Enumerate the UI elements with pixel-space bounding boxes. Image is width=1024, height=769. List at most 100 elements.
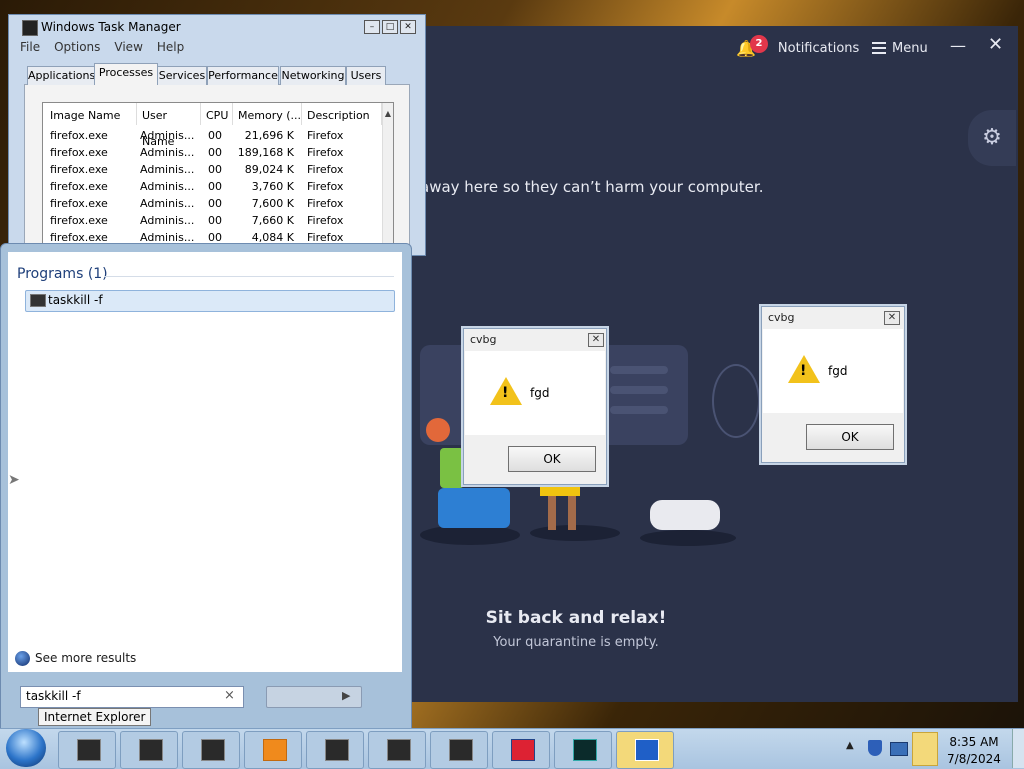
tab-users[interactable]: Users xyxy=(346,66,386,85)
cell-image: firefox.exe xyxy=(50,197,108,210)
table-row[interactable]: firefox.exe Adminis... 00 7,600 K Firefox xyxy=(43,197,383,214)
process-list-scrollbar[interactable]: ▲ xyxy=(382,103,393,247)
gear-icon[interactable]: ⚙ xyxy=(968,110,1016,166)
see-more-results-icon xyxy=(15,651,30,666)
network-icon[interactable] xyxy=(890,742,908,756)
taskbar-button-media-player[interactable] xyxy=(244,731,302,769)
cell-desc: Firefox xyxy=(307,129,344,142)
mouse-cursor-icon: ➤ xyxy=(8,472,20,488)
illustration-bar xyxy=(610,366,668,374)
column-header-user-name[interactable]: User Name xyxy=(137,103,201,148)
table-row[interactable]: firefox.exe Adminis... 00 3,760 K Firefox xyxy=(43,180,383,197)
message-dialog: cvbg ✕ ! fgd OK xyxy=(761,306,905,463)
cell-desc: Firefox xyxy=(307,197,344,210)
console-icon xyxy=(449,739,473,761)
show-hidden-icons-arrow[interactable]: ▲ xyxy=(846,740,854,751)
table-row[interactable]: firefox.exe Adminis... 00 21,696 K Firefox xyxy=(43,129,383,146)
taskbar-button-console[interactable] xyxy=(368,731,426,769)
taskbar-button-resource-monitor[interactable] xyxy=(554,731,612,769)
notifications-button[interactable]: 🔔 2 Notifications xyxy=(736,34,859,60)
taskbar-button-installer[interactable] xyxy=(492,731,550,769)
dog-illustration xyxy=(650,500,720,530)
cell-image: firefox.exe xyxy=(50,146,108,159)
cell-desc: Firefox xyxy=(307,146,344,159)
process-list[interactable]: Image Name User Name CPU Memory (... Des… xyxy=(42,102,394,248)
close-icon[interactable]: ✕ xyxy=(588,333,604,347)
clear-search-icon[interactable]: × xyxy=(224,688,235,703)
cell-cpu: 00 xyxy=(208,180,222,193)
close-icon[interactable]: ✕ xyxy=(884,311,900,325)
taskbar-button-dialog[interactable] xyxy=(616,731,674,769)
shield-icon[interactable] xyxy=(868,740,882,756)
menu-view[interactable]: View xyxy=(114,40,142,54)
menu-options[interactable]: Options xyxy=(54,40,100,54)
cell-image: firefox.exe xyxy=(50,180,108,193)
menu-bar: File Options View Help xyxy=(20,40,184,54)
cell-cpu: 00 xyxy=(208,146,222,159)
start-button[interactable] xyxy=(6,729,46,767)
maximize-button[interactable]: □ xyxy=(382,20,398,34)
column-header-memory[interactable]: Memory (... xyxy=(233,103,302,125)
menu-button[interactable]: Menu xyxy=(872,36,928,60)
cell-mem: 7,660 K xyxy=(251,214,294,227)
show-desktop-button[interactable] xyxy=(1012,729,1024,768)
person-shorts-illustration xyxy=(540,484,580,496)
taskbar-button-console[interactable] xyxy=(120,731,178,769)
taskbar-button-console[interactable] xyxy=(306,731,364,769)
column-header-description[interactable]: Description xyxy=(302,103,382,125)
tab-applications[interactable]: Applications xyxy=(27,66,95,85)
dialog-message: fgd xyxy=(828,364,848,378)
tray-app-icon[interactable] xyxy=(912,732,938,766)
tab-services[interactable]: Services xyxy=(157,66,207,85)
tab-processes[interactable]: Processes xyxy=(94,63,158,85)
taskbar-button-console[interactable] xyxy=(430,731,488,769)
ok-button[interactable]: OK xyxy=(508,446,596,472)
illustration-bar xyxy=(610,406,668,414)
ok-button[interactable]: OK xyxy=(806,424,894,450)
message-dialog: cvbg ✕ ! fgd OK xyxy=(463,328,607,485)
cell-user: Adminis... xyxy=(140,180,195,193)
table-row[interactable]: firefox.exe Adminis... 00 89,024 K Firefox xyxy=(43,163,383,180)
close-icon[interactable]: ✕ xyxy=(988,34,1003,55)
menu-label: Menu xyxy=(892,40,928,56)
programs-header: Programs (1) xyxy=(17,266,108,282)
minimize-icon[interactable]: — xyxy=(950,36,966,55)
menu-help[interactable]: Help xyxy=(157,40,184,54)
clock-date: 7/8/2024 xyxy=(947,752,1001,766)
column-header-cpu[interactable]: CPU xyxy=(201,103,233,125)
relax-heading: Sit back and relax! xyxy=(485,608,667,628)
cell-user: Adminis... xyxy=(140,214,195,227)
cell-desc: Firefox xyxy=(307,180,344,193)
table-row[interactable]: firefox.exe Adminis... 00 7,660 K Firefox xyxy=(43,214,383,231)
task-manager-icon xyxy=(22,20,38,36)
close-button[interactable]: ✕ xyxy=(400,20,416,34)
clock[interactable]: 8:35 AM 7/8/2024 xyxy=(944,734,1004,768)
console-program-icon xyxy=(30,294,46,307)
cell-cpu: 00 xyxy=(208,214,222,227)
taskbar-button-console[interactable] xyxy=(58,731,116,769)
window-title: Windows Task Manager xyxy=(41,20,181,34)
start-menu-results-pane xyxy=(8,252,402,672)
minimize-button[interactable]: – xyxy=(364,20,380,34)
cell-user: Adminis... xyxy=(140,146,195,159)
column-header-image-name[interactable]: Image Name xyxy=(45,103,137,125)
tooltip: Internet Explorer xyxy=(38,708,152,726)
person-jeans-illustration xyxy=(438,488,510,528)
table-row[interactable]: firefox.exe Adminis... 00 189,168 K Firefox xyxy=(43,146,383,163)
menu-file[interactable]: File xyxy=(20,40,40,54)
cell-mem: 21,696 K xyxy=(244,129,294,142)
tab-networking[interactable]: Networking xyxy=(280,66,346,85)
cell-image: firefox.exe xyxy=(50,214,108,227)
cell-mem: 7,600 K xyxy=(251,197,294,210)
person-leg-illustration xyxy=(568,496,576,530)
quarantine-description: away here so they can’t harm your comput… xyxy=(420,178,764,196)
cell-image: firefox.exe xyxy=(50,129,108,142)
resource-monitor-icon xyxy=(573,739,597,761)
taskbar-button-task-manager[interactable] xyxy=(182,731,240,769)
quarantine-empty-text: Your quarantine is empty. xyxy=(493,635,659,650)
cell-desc: Firefox xyxy=(307,214,344,227)
tab-performance[interactable]: Performance xyxy=(207,66,279,85)
shut-down-arrow-icon[interactable]: ▶ xyxy=(342,689,350,702)
see-more-results-link[interactable]: See more results xyxy=(35,651,136,665)
scroll-up-arrow-icon[interactable]: ▲ xyxy=(383,109,393,118)
